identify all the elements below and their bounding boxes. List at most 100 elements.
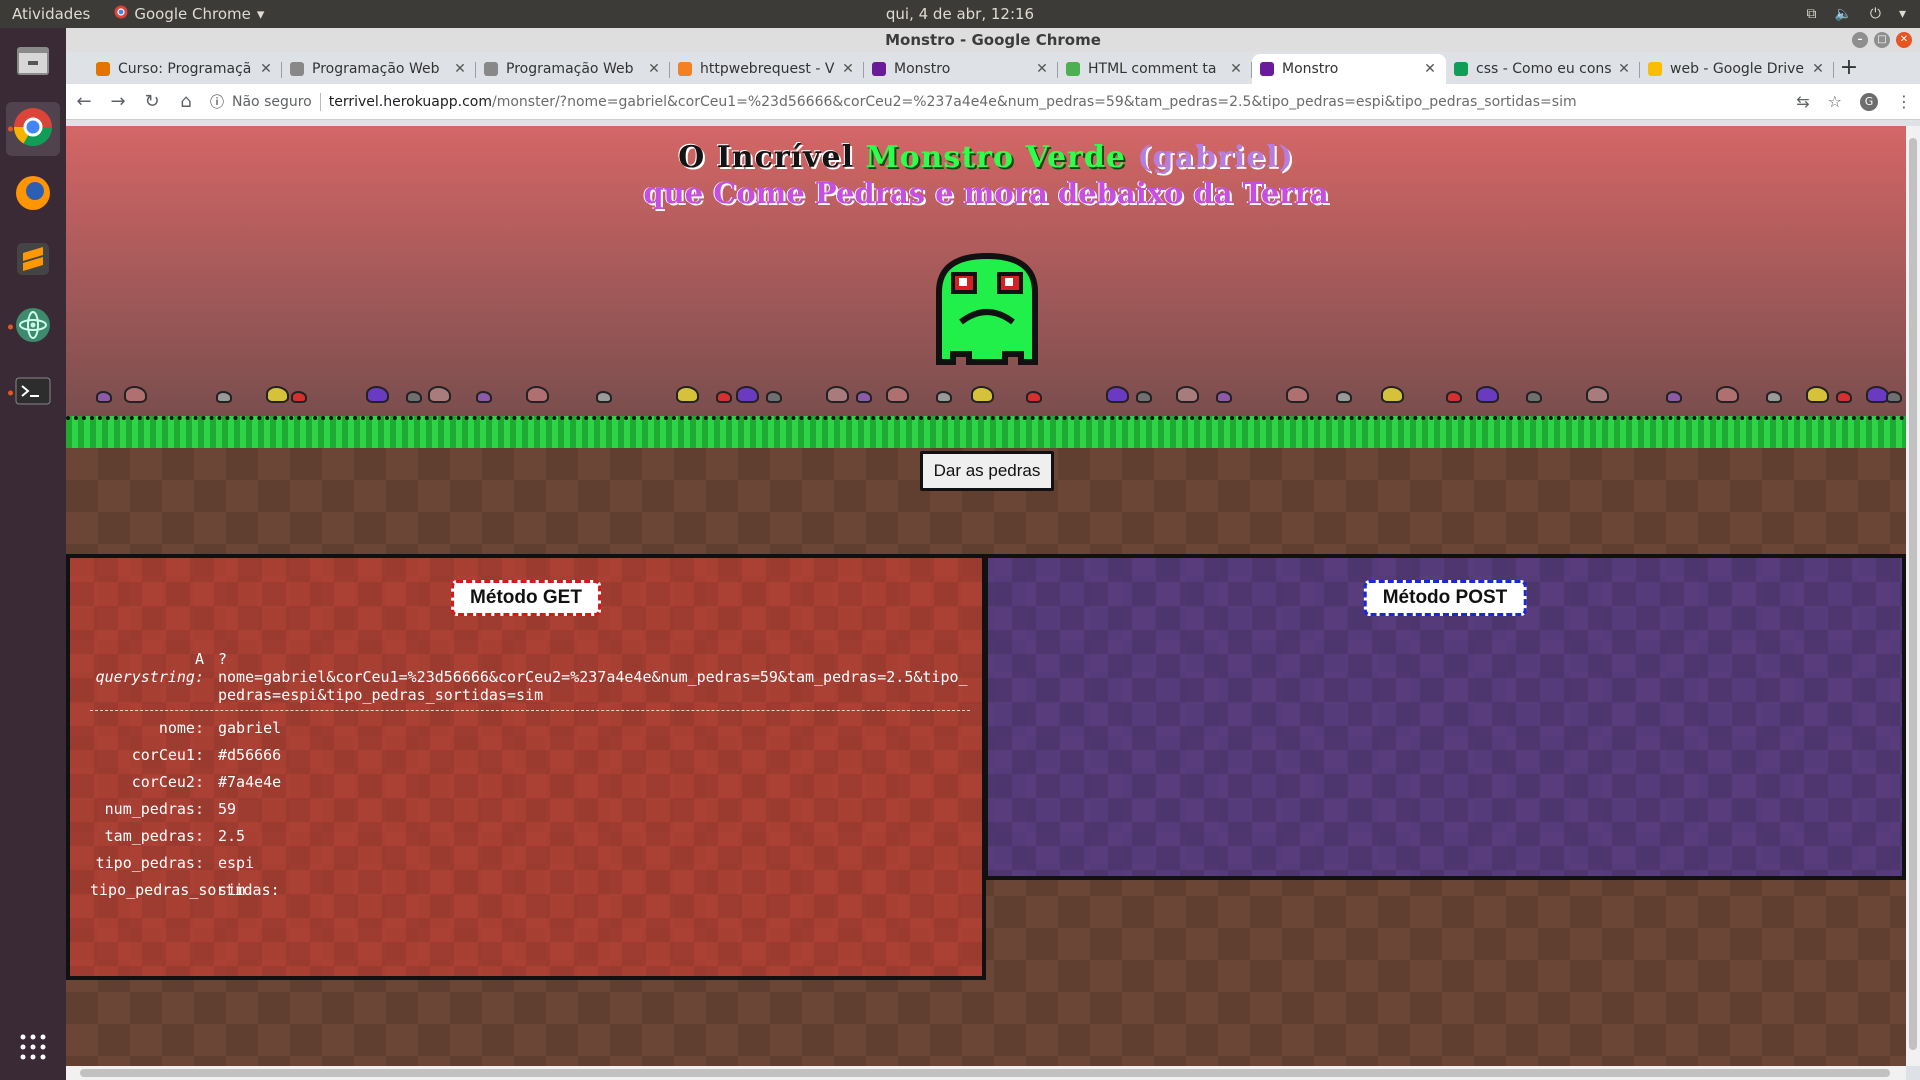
param-key: num_pedras: [104, 800, 204, 818]
title-user-name: (gabriel) [1125, 140, 1294, 175]
stone [526, 385, 549, 404]
close-tab-icon[interactable]: ✕ [646, 61, 662, 77]
info-icon[interactable]: ⓘ [210, 92, 224, 112]
security-status[interactable]: Não seguro [232, 94, 312, 110]
activities-button[interactable]: Atividades [12, 5, 90, 23]
close-tab-icon[interactable]: ✕ [258, 61, 274, 77]
close-tab-icon[interactable]: ✕ [1810, 61, 1826, 77]
browser-tab[interactable]: Curso: Programaçã ✕ [88, 54, 282, 84]
close-window-button[interactable]: ✕ [1896, 32, 1912, 48]
tab-title: httpwebrequest - V [700, 61, 835, 77]
scroll-thumb[interactable] [1909, 138, 1917, 1050]
close-tab-icon[interactable]: ✕ [1422, 61, 1438, 77]
label-querystring: querystring: [95, 668, 204, 686]
back-button[interactable]: ← [74, 91, 94, 112]
give-stones-button[interactable]: Dar as pedras [920, 451, 1054, 491]
stone [596, 390, 612, 403]
page-subtitle: que Come Pedras e mora debaixo da Terra [643, 176, 1329, 210]
dock-chrome[interactable] [6, 102, 60, 156]
browser-tab[interactable]: web - Google Drive ✕ [1640, 54, 1834, 84]
close-tab-icon[interactable]: ✕ [1034, 61, 1050, 77]
param-value: 2.5 [218, 827, 246, 845]
maximize-button[interactable]: □ [1874, 32, 1890, 48]
clock[interactable]: qui, 4 de abr, 12:16 [0, 5, 1920, 23]
sheets-icon [1454, 62, 1468, 76]
minimize-button[interactable]: – [1852, 32, 1868, 48]
sublime-text-icon [13, 239, 53, 283]
dock-firefox[interactable] [6, 168, 60, 222]
page-content: O Incrível Monstro Verde (gabriel) que C… [66, 126, 1920, 1080]
profile-avatar[interactable]: G [1860, 92, 1878, 111]
param-list: nome: gabriel corCeu1: #d56666 corCeu2: #7a4e… [90, 719, 970, 899]
tab-title: HTML comment ta [1088, 61, 1217, 77]
browser-tab[interactable]: HTML comment ta ✕ [1058, 54, 1252, 84]
browser-tab[interactable]: Programação Web ✕ [476, 54, 670, 84]
stone [1716, 385, 1739, 404]
get-panel-title: Método GET [451, 580, 601, 616]
param-row: corCeu2: #7a4e4e [90, 773, 970, 791]
forward-button[interactable]: → [108, 91, 128, 112]
scroll-thumb[interactable] [80, 1069, 1890, 1077]
tab-strip: Curso: Programaçã ✕ Programação Web ✕ Progra… [66, 52, 1920, 84]
app-menu[interactable]: Google Chrome ▾ [114, 5, 264, 23]
dock-files[interactable] [6, 36, 60, 90]
dock-terminal[interactable] [6, 366, 60, 420]
close-tab-icon[interactable]: ✕ [1228, 61, 1244, 77]
param-row: num_pedras: 59 [90, 800, 970, 818]
stone [716, 390, 732, 403]
close-tab-icon[interactable]: ✕ [1616, 61, 1632, 77]
globe-icon [290, 62, 304, 76]
close-tab-icon[interactable]: ✕ [840, 61, 856, 77]
browser-tab[interactable]: Monstro ✕ [1252, 54, 1446, 84]
browser-tab[interactable]: httpwebrequest - V ✕ [670, 54, 864, 84]
browser-tab[interactable]: css - Como eu cons ✕ [1446, 54, 1640, 84]
dock-sublime[interactable] [6, 234, 60, 288]
stone [826, 385, 849, 404]
stone [1106, 385, 1129, 404]
reload-button[interactable]: ↻ [142, 91, 162, 112]
stone [1766, 390, 1782, 403]
horizontal-scrollbar[interactable] [66, 1066, 1906, 1080]
tab-title: Monstro [1282, 61, 1339, 77]
chevron-down-icon: ▾ [1898, 6, 1906, 22]
window-title: Monstro - Google Chrome [885, 31, 1101, 49]
stone [366, 385, 389, 404]
param-value: espi [218, 854, 255, 872]
param-key: corCeu1: [131, 746, 204, 764]
running-indicator [8, 324, 13, 330]
stone [1526, 390, 1542, 403]
param-key: corCeu2: [131, 773, 204, 791]
vertical-scrollbar[interactable] [1906, 126, 1920, 1066]
stone [476, 390, 492, 403]
browser-tab[interactable]: Programação Web ✕ [282, 54, 476, 84]
power-icon: ⏻ [1869, 6, 1881, 22]
param-value: #d56666 [218, 746, 282, 764]
param-value: gabriel [218, 719, 282, 737]
chrome-icon [114, 5, 128, 23]
stone [1381, 385, 1404, 404]
stone [124, 385, 147, 404]
firefox-icon [13, 173, 53, 217]
address-bar[interactable]: ⓘ Não seguro terrivel.herokuapp.com/mons… [210, 92, 1782, 112]
value-querystring: nome=gabriel&corCeu1=%23d56666&corCeu2=%… [218, 668, 968, 704]
course-icon [96, 62, 110, 76]
stone [1216, 390, 1232, 403]
title-text: O Incrível [678, 140, 866, 175]
green-monster [921, 246, 1053, 374]
system-tray[interactable]: ⧉ 🔈 ⏻ ▾ [1806, 6, 1906, 22]
window-titlebar[interactable]: Monstro - Google Chrome – □ ✕ [66, 28, 1920, 52]
close-tab-icon[interactable]: ✕ [452, 61, 468, 77]
new-tab-button[interactable]: + [1834, 54, 1864, 84]
translate-icon[interactable]: ⇆ [1796, 92, 1809, 111]
stone [856, 390, 872, 403]
menu-icon[interactable]: ⋮ [1896, 92, 1912, 111]
browser-tab[interactable]: Monstro ✕ [864, 54, 1058, 84]
app-menu-label: Google Chrome [134, 5, 251, 23]
home-button[interactable]: ⌂ [176, 91, 196, 112]
show-applications-button[interactable] [0, 1032, 66, 1066]
dock-atom[interactable] [6, 300, 60, 354]
param-key: tipo_pedras: [95, 854, 204, 872]
stone [1806, 385, 1829, 404]
system-top-bar: Atividades Google Chrome ▾ qui, 4 de abr… [0, 0, 1920, 28]
bookmark-star-icon[interactable]: ☆ [1828, 92, 1842, 111]
